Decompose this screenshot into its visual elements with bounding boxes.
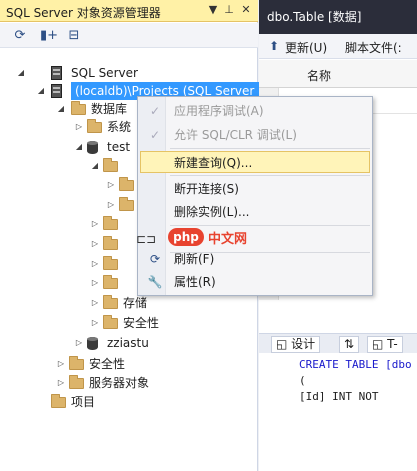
tree-node-label: 存储 xyxy=(123,296,148,310)
database-icon xyxy=(87,337,98,350)
tree-node-label: 安全性 xyxy=(89,357,126,371)
collapse-arrow-icon[interactable]: ◢ xyxy=(16,64,26,82)
menu-separator xyxy=(170,148,370,149)
folder-icon xyxy=(103,216,118,230)
document-toolbar: ⬆ 更新(U) 脚本文件(: xyxy=(259,34,417,59)
folder-icon xyxy=(103,236,118,250)
stop-icon[interactable]: ⊟ xyxy=(66,28,82,44)
menu-item-label: 允许 SQL/CLR 调试(L) xyxy=(174,128,297,142)
folder-icon xyxy=(119,177,134,191)
menu-item-properties[interactable]: 🔧 属性(R) xyxy=(140,271,370,293)
expand-arrow-icon[interactable]: ▷ xyxy=(106,196,116,214)
expand-arrow-icon[interactable]: ▷ xyxy=(90,235,100,253)
menu-item-refresh[interactable]: ⟳ 刷新(F) xyxy=(140,248,370,270)
menu-item-label: 删除实例(L)... xyxy=(174,205,250,219)
expand-arrow-icon[interactable]: ▷ xyxy=(90,215,100,233)
sql-line: CREATE TABLE [dbo xyxy=(299,358,412,371)
expand-arrow-icon[interactable]: ▷ xyxy=(106,176,116,194)
collapse-arrow-icon[interactable]: ◢ xyxy=(56,100,66,118)
menu-item-delete-instance[interactable]: 删除实例(L)... xyxy=(140,201,370,223)
sql-editor[interactable]: CREATE TABLE [dbo ( [Id] INT NOT xyxy=(259,354,417,471)
close-icon[interactable]: ✕ xyxy=(239,3,253,17)
collapse-arrow-icon[interactable]: ◢ xyxy=(90,157,100,175)
script-file-button[interactable]: 脚本文件(: xyxy=(345,39,402,56)
folder-icon xyxy=(103,158,118,172)
menu-item-label: 断开连接(S) xyxy=(174,182,239,196)
column-header-name[interactable]: 名称 xyxy=(307,67,331,84)
menu-item-allow-sqlclr-debugging[interactable]: ✓ 允许 SQL/CLR 调试(L) xyxy=(140,124,370,146)
folder-icon xyxy=(51,394,66,408)
context-menu: ✓ 应用程序调试(A) ✓ 允许 SQL/CLR 调试(L) 新建查询(Q)..… xyxy=(136,96,373,296)
watermark-badge: php xyxy=(168,228,204,246)
update-icon[interactable]: ⬆ xyxy=(269,39,279,53)
object-explorer-title: SQL Server 对象资源管理器 xyxy=(6,6,161,20)
swap-panes-button[interactable]: ⇅ xyxy=(339,336,360,353)
expand-arrow-icon[interactable]: ▷ xyxy=(90,255,100,273)
expand-arrow-icon[interactable]: ▷ xyxy=(74,334,84,352)
tree-node-label: test xyxy=(107,140,131,154)
object-explorer-toolbar: ⟳ ▮+ ⊟ xyxy=(0,23,258,48)
expand-arrow-icon[interactable]: ▷ xyxy=(74,118,84,136)
tree-node-label: 安全性 xyxy=(123,316,160,330)
update-button[interactable]: 更新(U) xyxy=(285,39,327,56)
refresh-icon[interactable]: ⟳ xyxy=(12,28,28,44)
menu-item-new-query[interactable]: 新建查询(Q)... xyxy=(140,151,370,173)
expand-arrow-icon[interactable]: ▷ xyxy=(56,355,66,373)
folder-icon xyxy=(103,315,118,329)
copy-icon: ⊏⊐ xyxy=(136,232,157,246)
folder-icon xyxy=(69,356,84,370)
menu-item-label: 刷新(F) xyxy=(174,252,215,266)
tree-node-label: SQL Server xyxy=(71,66,138,80)
watermark-text: 中文网 xyxy=(208,232,248,247)
designer-tabs: ◱ 设计 ⇅ ◱ T- xyxy=(259,333,417,353)
refresh-icon: ⟳ xyxy=(149,252,161,266)
menu-separator xyxy=(170,175,370,176)
sql-line: ( xyxy=(299,374,306,387)
folder-icon xyxy=(69,375,84,389)
tab-design[interactable]: ◱ 设计 xyxy=(271,336,321,353)
tree-node-label: 项目 xyxy=(71,395,96,409)
expand-arrow-icon[interactable]: ▷ xyxy=(90,314,100,332)
folder-icon xyxy=(87,119,102,133)
document-tab[interactable]: dbo.Table [数据] xyxy=(259,0,417,34)
sql-line: [Id] INT NOT xyxy=(299,390,379,403)
add-server-icon[interactable]: ▮+ xyxy=(40,28,58,44)
object-explorer-title-bar: SQL Server 对象资源管理器 ▼ ⊥ ✕ xyxy=(0,0,258,22)
expand-arrow-icon[interactable]: ▷ xyxy=(56,374,66,392)
tree-node-label: 服务器对象 xyxy=(89,376,150,390)
tab-tsql[interactable]: ◱ T- xyxy=(367,336,403,353)
server-icon xyxy=(51,84,62,98)
check-icon: ✓ xyxy=(149,128,161,142)
collapse-arrow-icon[interactable]: ◢ xyxy=(74,138,84,156)
pin-icon[interactable]: ⊥ xyxy=(222,3,236,17)
document-tab-title: dbo.Table [数据] xyxy=(267,10,362,24)
tree-node-label: 数据库 xyxy=(91,102,128,116)
server-icon xyxy=(51,66,62,80)
folder-icon xyxy=(103,295,118,309)
database-icon xyxy=(87,141,98,154)
folder-icon xyxy=(103,275,118,289)
folder-icon xyxy=(71,101,86,115)
collapse-arrow-icon[interactable]: ◢ xyxy=(36,82,46,100)
menu-item-app-debugging[interactable]: ✓ 应用程序调试(A) xyxy=(140,100,370,122)
wrench-icon: 🔧 xyxy=(147,275,163,289)
expand-arrow-icon[interactable]: ▷ xyxy=(90,294,100,312)
menu-item-label: 属性(R) xyxy=(174,275,216,289)
menu-item-disconnect[interactable]: 断开连接(S) xyxy=(140,178,370,200)
folder-icon xyxy=(103,256,118,270)
expand-arrow-icon[interactable]: ▷ xyxy=(90,274,100,292)
watermark: php 中文网 xyxy=(168,226,248,248)
menu-item-label: 应用程序调试(A) xyxy=(174,104,264,118)
window-position-dropdown-icon[interactable]: ▼ xyxy=(206,3,220,17)
grid-header-row: 名称 xyxy=(259,60,417,88)
folder-icon xyxy=(119,197,134,211)
tree-node-label: zziastu xyxy=(107,336,149,350)
menu-item-label: 新建查询(Q)... xyxy=(174,156,253,170)
tree-node-label: 系统 xyxy=(107,120,132,134)
check-icon: ✓ xyxy=(149,104,161,118)
